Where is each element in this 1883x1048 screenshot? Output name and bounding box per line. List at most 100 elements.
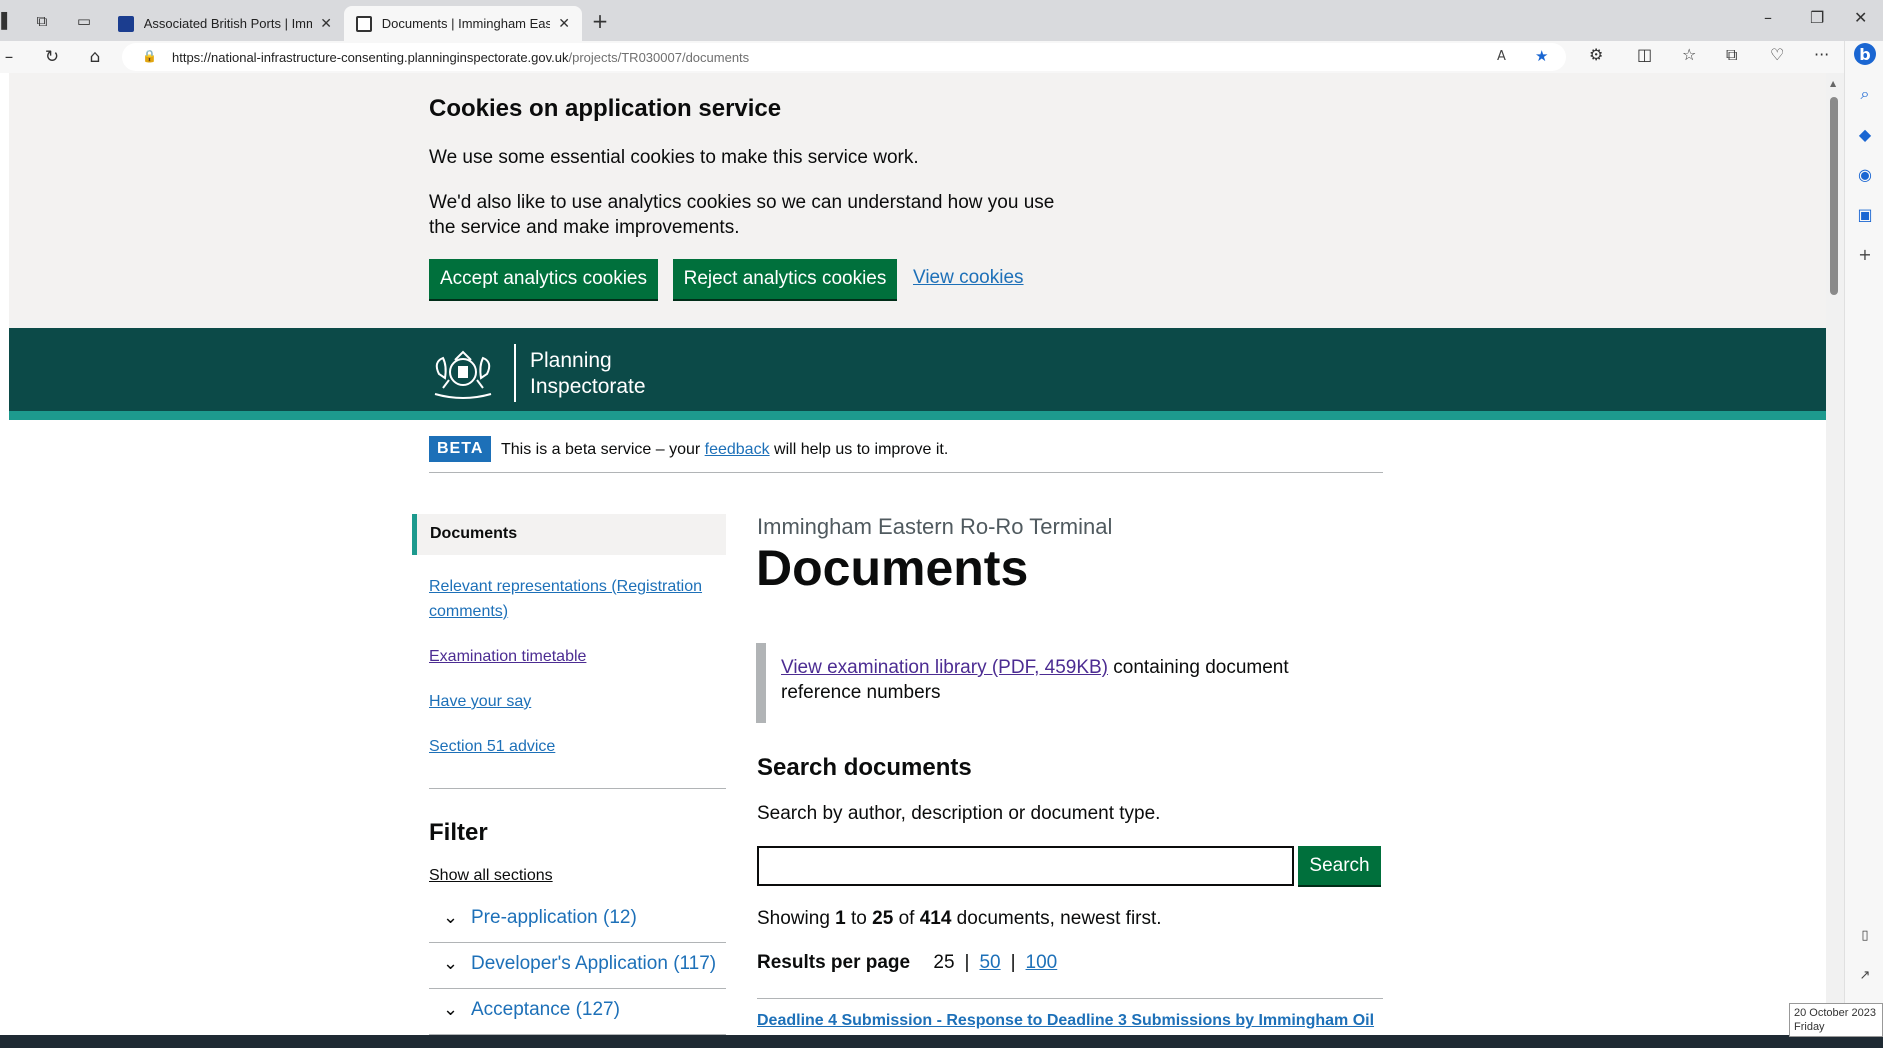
filter-section-label: Pre-application (12): [471, 907, 637, 928]
filter-section-label: Acceptance (127): [471, 999, 620, 1020]
sidebar-layout-icon[interactable]: ▯: [1854, 924, 1876, 946]
tab-bar: ▌ ⧉ ▭ Associated British Ports | Imming …: [0, 0, 1883, 41]
search-input[interactable]: [757, 846, 1294, 886]
project-caption: Immingham Eastern Ro-Ro Terminal: [757, 514, 1113, 539]
lock-icon: 🔒: [142, 49, 157, 63]
search-icon[interactable]: ⌕: [1854, 83, 1876, 105]
shopping-icon[interactable]: ◆: [1854, 123, 1876, 145]
sidenav-divider: [429, 788, 726, 789]
favorites-icon[interactable]: ☆: [1682, 45, 1696, 64]
restore-icon[interactable]: ❐: [1810, 8, 1824, 27]
results-summary: Showing 1 to 25 of 414 documents, newest…: [757, 908, 1162, 929]
sidenav-link-section-51-advice[interactable]: Section 51 advice: [429, 734, 719, 759]
sidenav-link-relevant-representations[interactable]: Relevant representations (Registration c…: [429, 574, 719, 624]
accept-cookies-button[interactable]: Accept analytics cookies: [429, 259, 658, 299]
split-screen-icon[interactable]: ◫: [1637, 45, 1652, 64]
date-text: 20 October 2023: [1794, 1007, 1876, 1019]
extensions-icon[interactable]: ⚙: [1589, 45, 1603, 64]
collections-icon[interactable]: ⧉: [30, 9, 54, 33]
page-title: Documents: [756, 540, 1029, 596]
results-per-page-label: Results per page: [757, 952, 911, 973]
date-tooltip: 20 October 2023 Friday: [1789, 1003, 1883, 1037]
close-window-icon[interactable]: ✕: [1854, 8, 1867, 27]
minimize-icon[interactable]: –: [1764, 8, 1772, 27]
chevron-down-icon: ⌄: [443, 999, 459, 1020]
brand-line: Inspectorate: [530, 375, 646, 398]
url-field[interactable]: 🔒 https://national-infrastructure-consen…: [122, 43, 1566, 71]
search-hint: Search by author, description or documen…: [757, 803, 1161, 824]
brand-line: Planning: [530, 349, 612, 372]
search-documents-heading: Search documents: [757, 754, 972, 781]
filter-section-acceptance[interactable]: ⌄ Acceptance (127): [429, 989, 726, 1035]
bing-chat-icon[interactable]: b: [1854, 43, 1876, 65]
edge-sidebar: b ⌕ ◆ ◉ ▣ + ▯ ↗: [1844, 41, 1883, 1041]
more-menu-icon[interactable]: ···: [1814, 45, 1829, 64]
outlook-icon[interactable]: ▣: [1854, 203, 1876, 225]
cookie-banner-text: We use some essential cookies to make th…: [429, 147, 919, 168]
edge-workspace-icon[interactable]: ▌: [0, 9, 14, 33]
back-icon[interactable]: –: [4, 45, 14, 69]
planning-favicon-icon: [356, 15, 372, 32]
scrollbar-thumb[interactable]: [1830, 97, 1838, 295]
refresh-icon[interactable]: ↻: [40, 45, 64, 69]
abp-favicon-icon: [118, 15, 134, 32]
search-button[interactable]: Search: [1298, 846, 1381, 885]
filter-section-developers-application[interactable]: ⌄ Developer's Application (117): [429, 943, 726, 989]
filter-heading: Filter: [429, 819, 488, 846]
results-divider: [757, 998, 1383, 999]
beta-tag: BETA: [429, 436, 492, 462]
collections-icon[interactable]: ⧉: [1726, 45, 1737, 65]
tab-abp[interactable]: Associated British Ports | Imming ✕: [106, 6, 344, 41]
chevron-down-icon: ⌄: [443, 907, 459, 928]
close-tab-icon[interactable]: ✕: [558, 16, 570, 32]
cookie-banner: Cookies on application service We use so…: [9, 73, 1826, 328]
open-external-icon[interactable]: ↗: [1854, 964, 1876, 986]
page-viewport: Cookies on application service We use so…: [9, 73, 1826, 1035]
scroll-up-icon[interactable]: ▲: [1830, 79, 1836, 88]
chevron-down-icon: ⌄: [443, 953, 459, 974]
show-all-sections-link[interactable]: Show all sections: [429, 867, 553, 885]
cookie-banner-title: Cookies on application service: [429, 95, 782, 122]
new-tab-button[interactable]: +: [588, 9, 612, 33]
beta-text: This is a beta service – your feedback w…: [501, 441, 949, 458]
sidenav-link-examination-timetable[interactable]: Examination timetable: [429, 644, 719, 669]
header-divider: [514, 344, 516, 402]
add-sidebar-icon[interactable]: +: [1854, 243, 1876, 265]
browser-essentials-icon[interactable]: ♡: [1770, 45, 1784, 64]
view-cookies-link[interactable]: View cookies: [913, 267, 1024, 289]
close-tab-icon[interactable]: ✕: [320, 16, 332, 32]
document-link[interactable]: Deadline 4 Submission - Response to Dead…: [757, 1012, 1374, 1030]
tab-title: Documents | Immingham Eastern: [381, 16, 551, 31]
sidenav-link-have-your-say[interactable]: Have your say: [429, 689, 719, 714]
sidenav-item-label: Documents: [430, 525, 518, 542]
tab-title: Associated British Ports | Imming: [143, 16, 313, 31]
favorite-star-icon[interactable]: ★: [1535, 47, 1548, 65]
royal-crest-icon[interactable]: [427, 344, 499, 404]
read-aloud-icon[interactable]: A: [1497, 49, 1506, 64]
sidenav-item-documents[interactable]: Documents: [412, 514, 726, 555]
page-scrollbar[interactable]: ▲: [1826, 73, 1844, 1035]
beta-banner: BETA This is a beta service – your feedb…: [429, 436, 1383, 473]
results-per-page-current: 25: [933, 952, 955, 973]
day-text: Friday: [1794, 1021, 1825, 1033]
url-text: https://national-infrastructure-consenti…: [172, 50, 750, 65]
examination-library-inset: View examination library (PDF, 459KB) co…: [756, 643, 1316, 723]
copilot-icon[interactable]: ◉: [1854, 163, 1876, 185]
os-taskbar: [0, 1035, 1883, 1048]
address-bar: – ↻ ⌂ 🔒 https://national-infrastructure-…: [0, 41, 1883, 73]
tab-actions-icon[interactable]: ▭: [72, 9, 96, 33]
examination-library-link[interactable]: View examination library (PDF, 459KB): [781, 657, 1108, 678]
planning-inspectorate-logo[interactable]: Planning Inspectorate: [530, 348, 646, 400]
filter-section-pre-application[interactable]: ⌄ Pre-application (12): [429, 897, 726, 943]
results-per-page-100-link[interactable]: 100: [1026, 952, 1058, 973]
reject-cookies-button[interactable]: Reject analytics cookies: [673, 259, 897, 299]
inset-text: View examination library (PDF, 459KB) co…: [781, 657, 1289, 703]
filter-section-label: Developer's Application (117): [471, 953, 717, 974]
feedback-link[interactable]: feedback: [705, 441, 770, 458]
cookie-banner-text: We'd also like to use analytics cookies …: [429, 192, 1055, 238]
results-per-page-50-link[interactable]: 50: [979, 952, 1000, 973]
tab-documents[interactable]: Documents | Immingham Eastern ✕: [344, 6, 582, 41]
results-per-page: Results per page 25 | 50 | 100: [757, 952, 1058, 973]
home-icon[interactable]: ⌂: [83, 45, 107, 69]
site-header: Planning Inspectorate: [9, 328, 1826, 420]
